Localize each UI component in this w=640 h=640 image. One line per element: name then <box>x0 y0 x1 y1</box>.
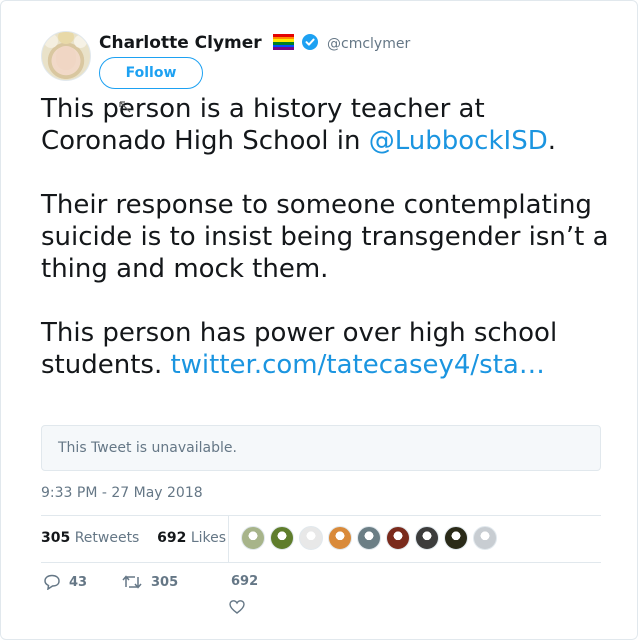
divider <box>41 515 601 516</box>
liker-avatar[interactable] <box>328 526 352 550</box>
liker-avatar[interactable] <box>473 526 497 550</box>
retweets-count: 305 <box>41 530 71 546</box>
likes-label: Likes <box>190 530 227 546</box>
rainbow-flag-icon <box>273 34 294 51</box>
author-avatar[interactable] <box>41 31 91 81</box>
liker-avatar[interactable] <box>270 526 294 550</box>
mouse-cursor-icon <box>119 101 131 113</box>
reply-action[interactable]: 43 <box>43 574 87 590</box>
tweet-timestamp[interactable]: 9:33 PM - 27 May 2018 <box>41 485 203 501</box>
likes-count: 692 <box>157 530 187 546</box>
retweet-icon <box>122 575 142 589</box>
engagement-stats: 305 Retweets 692 Likes <box>41 530 226 546</box>
liker-avatar[interactable] <box>415 526 439 550</box>
reply-count: 43 <box>69 574 88 590</box>
author-handle[interactable]: @cmclymer <box>327 36 410 52</box>
tweet-paragraph-2: Their response to someone contemplating … <box>41 190 609 284</box>
liker-avatar[interactable] <box>299 526 323 550</box>
like-heart-icon[interactable] <box>229 599 245 615</box>
retweet-action[interactable]: 305 <box>121 574 178 590</box>
liker-avatars <box>241 526 502 550</box>
retweets-label: Retweets <box>74 530 140 546</box>
liker-avatar[interactable] <box>444 526 468 550</box>
follow-button[interactable]: Follow <box>99 57 203 89</box>
tweet-text-segment: . <box>547 126 556 156</box>
tweet-paragraph-3: This person has power over high school s… <box>41 317 611 381</box>
verified-badge-icon <box>302 34 318 50</box>
like-count: 692 <box>231 574 259 589</box>
retweet-count: 305 <box>151 574 179 590</box>
author-name[interactable]: Charlotte Clymer <box>99 33 262 53</box>
reply-icon <box>44 574 60 590</box>
stats-separator <box>228 516 229 562</box>
retweets-stat[interactable]: 305 Retweets <box>41 530 139 546</box>
divider <box>41 562 601 563</box>
liker-avatar[interactable] <box>386 526 410 550</box>
tweet-text: This person is a history teacher at Coro… <box>41 93 611 381</box>
quoted-tweet-link[interactable]: twitter.com/tatecasey4/sta… <box>170 350 544 380</box>
tweet-card: Charlotte Clymer @cmclymer Follow This p… <box>0 0 638 640</box>
liker-avatar[interactable] <box>241 526 265 550</box>
like-count-label: 692 <box>231 574 258 589</box>
mention-link[interactable]: @LubbockISD <box>369 126 548 156</box>
likes-stat[interactable]: 692 Likes <box>157 530 226 546</box>
liker-avatar[interactable] <box>357 526 381 550</box>
quoted-tweet-unavailable: This Tweet is unavailable. <box>41 425 601 471</box>
